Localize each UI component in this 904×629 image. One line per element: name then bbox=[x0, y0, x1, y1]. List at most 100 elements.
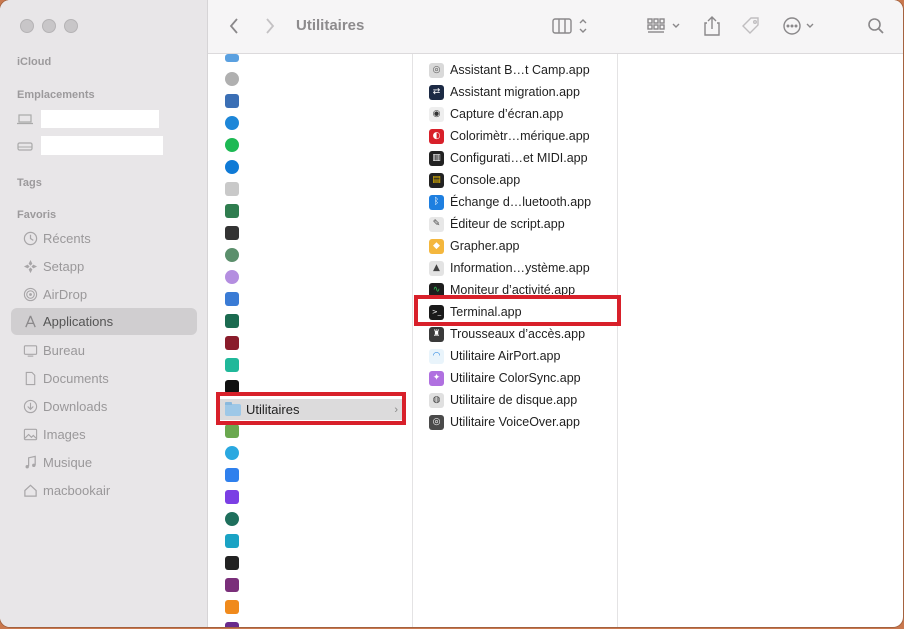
redacted-location-name bbox=[41, 110, 159, 128]
app-row[interactable]: ◍ Utilitaire de disque.app bbox=[429, 390, 577, 410]
sidebar-item-label: macbookair bbox=[43, 483, 111, 498]
app-icon[interactable] bbox=[225, 182, 239, 196]
grid-group-icon bbox=[647, 18, 680, 33]
script-editor-icon: ✎ bbox=[429, 216, 444, 232]
chevron-right-icon bbox=[266, 18, 275, 34]
app-name: Grapher.app bbox=[450, 239, 520, 253]
app-icon[interactable] bbox=[225, 248, 239, 262]
sidebar-item-label: AirDrop bbox=[43, 287, 88, 302]
app-name: Assistant B…t Camp.app bbox=[450, 63, 590, 77]
app-icon[interactable] bbox=[225, 54, 239, 62]
group-by-button[interactable] bbox=[646, 14, 684, 38]
app-icon[interactable] bbox=[225, 336, 239, 350]
zoom-button[interactable] bbox=[64, 19, 78, 33]
sidebar: iCloud Emplacements Tags Favoris Récents… bbox=[0, 0, 208, 627]
app-row[interactable]: ◠ Utilitaire AirPort.app bbox=[429, 346, 560, 366]
app-name: Utilitaire VoiceOver.app bbox=[450, 415, 580, 429]
app-row[interactable]: ♜ Trousseaux d’accès.app bbox=[429, 324, 585, 344]
setapp-icon bbox=[19, 259, 41, 274]
app-row[interactable]: ◎ Assistant B…t Camp.app bbox=[429, 60, 590, 80]
view-mode-columns-button[interactable] bbox=[552, 14, 590, 38]
app-icon[interactable] bbox=[225, 270, 239, 284]
sidebar-item-applications[interactable]: Applications bbox=[11, 308, 197, 335]
app-row[interactable]: ▤ Console.app bbox=[429, 170, 520, 190]
share-button[interactable] bbox=[703, 14, 721, 38]
airport-icon: ◠ bbox=[429, 348, 444, 364]
sidebar-item-label: Récents bbox=[43, 231, 91, 246]
app-icon[interactable] bbox=[225, 72, 239, 86]
airdrop-icon bbox=[19, 287, 41, 302]
applications-icon bbox=[19, 314, 41, 329]
app-icon[interactable] bbox=[225, 578, 239, 592]
app-name: Utilitaire AirPort.app bbox=[450, 349, 561, 363]
sidebar-item-documents[interactable]: Documents bbox=[11, 365, 197, 392]
app-icon[interactable] bbox=[225, 204, 239, 218]
column-utilitaires: ◎ Assistant B…t Camp.app ⇄ Assistant migrat… bbox=[413, 54, 618, 627]
app-icon[interactable] bbox=[225, 314, 239, 328]
sidebar-item-home[interactable]: macbookair bbox=[11, 477, 197, 504]
app-row[interactable]: ◐ Colorimètr…mérique.app bbox=[429, 126, 590, 146]
app-icon[interactable] bbox=[225, 358, 239, 372]
search-button[interactable] bbox=[867, 14, 885, 38]
app-icon[interactable] bbox=[225, 424, 239, 438]
sidebar-item-desktop[interactable]: Bureau bbox=[11, 337, 197, 364]
music-icon bbox=[19, 455, 41, 470]
app-icon[interactable] bbox=[225, 138, 239, 152]
sidebar-item-images[interactable]: Images bbox=[11, 421, 197, 448]
forward-button[interactable] bbox=[264, 14, 276, 38]
laptop-icon bbox=[17, 114, 33, 125]
app-icon[interactable] bbox=[225, 160, 239, 174]
app-row[interactable]: ◆ Grapher.app bbox=[429, 236, 520, 256]
section-tags[interactable]: Tags bbox=[17, 177, 42, 189]
more-actions-button[interactable] bbox=[782, 14, 818, 38]
sidebar-item-airdrop[interactable]: AirDrop bbox=[11, 281, 197, 308]
app-icon[interactable] bbox=[225, 94, 239, 108]
tag-button[interactable] bbox=[740, 14, 762, 38]
sidebar-item-setapp[interactable]: Setapp bbox=[11, 253, 197, 280]
midi-icon: ▥ bbox=[429, 150, 444, 166]
section-icloud[interactable]: iCloud bbox=[17, 56, 51, 68]
minimize-button[interactable] bbox=[42, 19, 56, 33]
disk-icon bbox=[17, 141, 33, 151]
app-name: Information…ystème.app bbox=[450, 261, 590, 275]
app-icon[interactable] bbox=[225, 446, 239, 460]
app-row[interactable]: ▥ Configurati…et MIDI.app bbox=[429, 148, 588, 168]
grapher-icon: ◆ bbox=[429, 238, 444, 254]
section-locations[interactable]: Emplacements bbox=[17, 89, 95, 101]
sidebar-item-label: Bureau bbox=[43, 343, 85, 358]
sidebar-item-music[interactable]: Musique bbox=[11, 449, 197, 476]
app-icon[interactable] bbox=[225, 292, 239, 306]
app-icon[interactable] bbox=[225, 534, 239, 548]
app-icon[interactable] bbox=[225, 468, 239, 482]
app-row[interactable]: ⇄ Assistant migration.app bbox=[429, 82, 580, 102]
app-icon[interactable] bbox=[225, 512, 239, 526]
colorimeter-icon: ◐ bbox=[429, 128, 444, 144]
app-row[interactable]: ✎ Éditeur de script.app bbox=[429, 214, 565, 234]
location-item[interactable] bbox=[17, 136, 163, 155]
app-row[interactable]: ᛒ Échange d…luetooth.app bbox=[429, 192, 591, 212]
app-icon[interactable] bbox=[225, 116, 239, 130]
app-icon[interactable] bbox=[225, 490, 239, 504]
app-row[interactable]: ▲ Information…ystème.app bbox=[429, 258, 590, 278]
sidebar-item-label: Downloads bbox=[43, 399, 108, 414]
sidebar-item-recents[interactable]: Récents bbox=[11, 225, 197, 252]
window-controls bbox=[20, 19, 78, 33]
app-icon[interactable] bbox=[225, 556, 239, 570]
close-button[interactable] bbox=[20, 19, 34, 33]
sidebar-item-label: Documents bbox=[43, 371, 109, 386]
sidebar-item-label: Musique bbox=[43, 455, 93, 470]
sidebar-item-downloads[interactable]: Downloads bbox=[11, 393, 197, 420]
app-icon[interactable] bbox=[225, 600, 239, 614]
app-row[interactable]: ◎ Utilitaire VoiceOver.app bbox=[429, 412, 580, 432]
app-row[interactable]: ✦ Utilitaire ColorSync.app bbox=[429, 368, 581, 388]
back-button[interactable] bbox=[228, 14, 240, 38]
app-icon[interactable] bbox=[225, 622, 239, 627]
sidebar-item-label: Images bbox=[43, 427, 86, 442]
app-row[interactable]: ◉ Capture d’écran.app bbox=[429, 104, 563, 124]
section-favorites[interactable]: Favoris bbox=[17, 209, 56, 221]
app-name: Console.app bbox=[450, 173, 521, 187]
location-item[interactable] bbox=[17, 110, 159, 128]
home-icon bbox=[19, 483, 41, 498]
app-icon[interactable] bbox=[225, 226, 239, 240]
download-icon bbox=[19, 399, 41, 414]
